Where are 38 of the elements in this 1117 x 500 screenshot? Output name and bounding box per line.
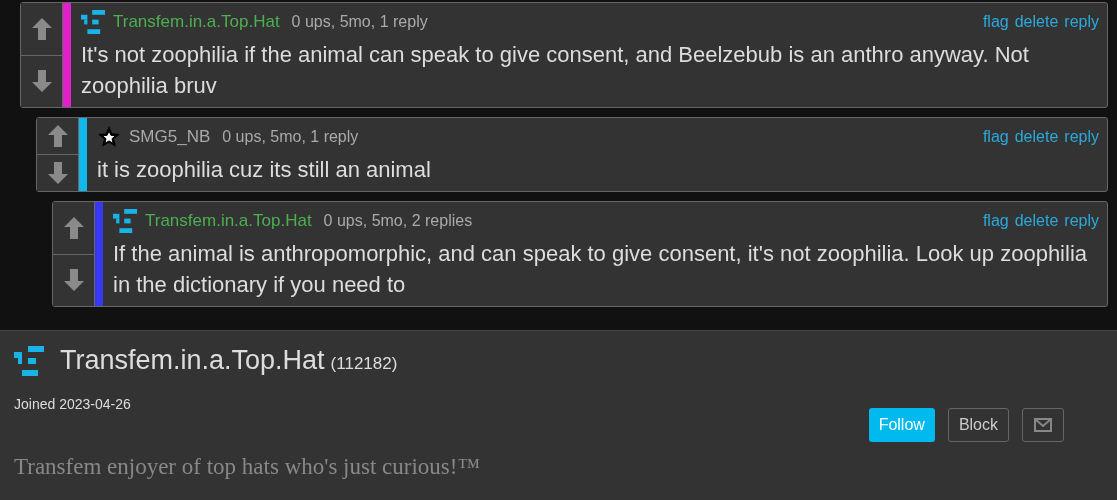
down-arrow-icon — [30, 69, 53, 94]
comment-action-link[interactable]: flag — [982, 13, 1009, 31]
username[interactable]: Transfem.in.a.Top.Hat — [113, 12, 280, 32]
comment-text: It's not zoophilia if the animal can speak to give consent, and Beelzebub is an anthro anyway. Not zoophilia bruv — [81, 41, 1030, 100]
logo-icon — [113, 209, 137, 233]
comment-action-link[interactable]: reply — [1064, 13, 1099, 31]
envelope-icon — [1034, 418, 1052, 432]
up-arrow-icon — [46, 124, 69, 148]
downvote-button[interactable] — [21, 54, 62, 107]
comment-action-link[interactable]: delete — [1014, 13, 1059, 31]
comment-text: If the animal is anthropomorphic, and can speak to give consent, it's not zoophilia. Look up zoophilia in the dictionary if you need to — [113, 240, 1088, 299]
message-button[interactable] — [1022, 408, 1064, 442]
comment-action-link[interactable]: reply — [1064, 212, 1099, 230]
logo-icon — [81, 10, 105, 34]
down-arrow-icon — [46, 161, 69, 185]
block-button[interactable]: Block — [947, 408, 1009, 442]
star-icon — [97, 125, 121, 149]
comment-meta: 0 ups, 5mo, 1 reply — [222, 128, 359, 146]
down-arrow-icon — [62, 268, 85, 293]
comment-action-link[interactable]: delete — [1014, 128, 1059, 146]
comment-action-link[interactable]: flag — [982, 128, 1009, 146]
profile-username: Transfem.in.a.Top.Hat — [60, 345, 325, 376]
profile-bio: Transfem enjoyer of top hats who's just curious!™ — [14, 454, 481, 480]
username[interactable]: Transfem.in.a.Top.Hat — [145, 211, 312, 231]
comment-meta: 0 ups, 5mo, 1 reply — [291, 13, 428, 31]
joined-date: Joined 2023-04-26 — [14, 396, 131, 412]
up-arrow-icon — [62, 215, 85, 240]
downvote-button[interactable] — [53, 253, 94, 306]
up-arrow-icon — [30, 16, 53, 41]
comment-action-link[interactable]: flag — [982, 212, 1009, 230]
points-count: (112182) — [330, 354, 398, 374]
comment-text: it is zoophilia cuz its still an animal — [97, 156, 432, 184]
logo-icon — [14, 345, 44, 376]
username[interactable]: SMG5_NB — [129, 127, 211, 147]
comment-action-link[interactable]: reply — [1064, 128, 1099, 146]
downvote-button[interactable] — [37, 154, 78, 191]
comment-meta: 0 ups, 5mo, 2 replies — [323, 212, 473, 230]
comment-action-link[interactable]: delete — [1014, 212, 1059, 230]
